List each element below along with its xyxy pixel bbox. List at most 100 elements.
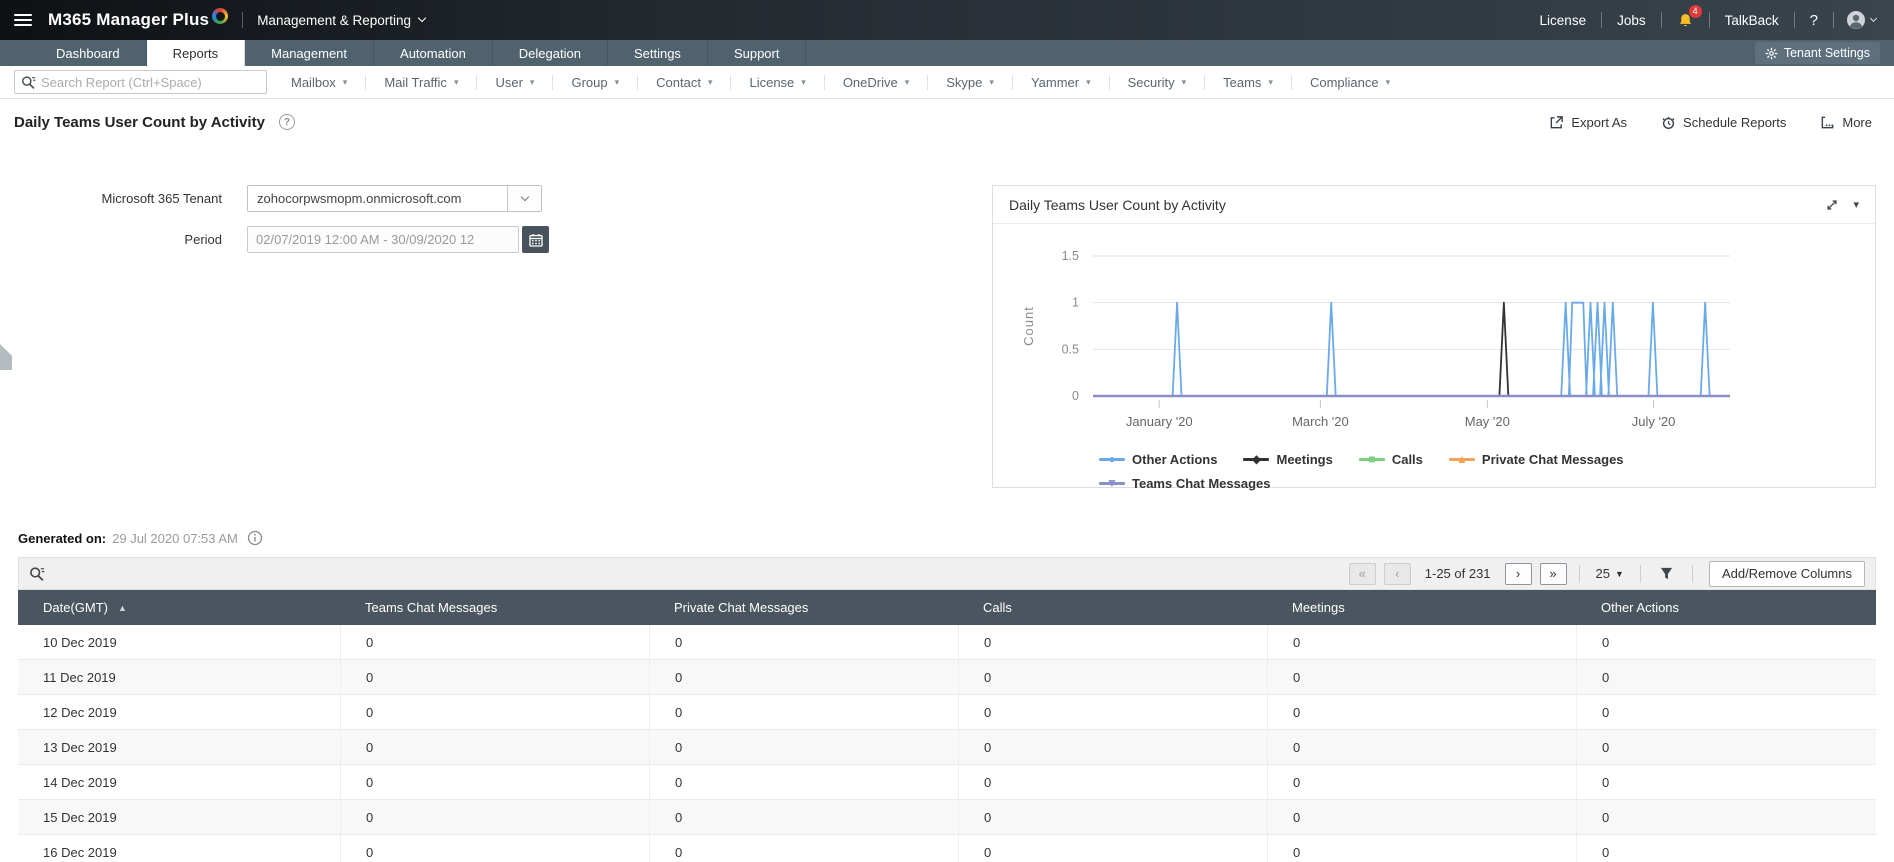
table-cell: 0: [1267, 730, 1576, 764]
menu-compliance[interactable]: Compliance▾: [1292, 75, 1408, 90]
menu-security[interactable]: Security ▾: [1110, 75, 1205, 90]
period-input[interactable]: 02/07/2019 12:00 AM - 30/09/2020 12: [247, 226, 519, 253]
menu-onedrive[interactable]: OneDrive▾: [825, 75, 927, 90]
column-header-date-gmt-[interactable]: Date(GMT) ▲: [18, 590, 340, 625]
sort-asc-icon: ▲: [118, 603, 127, 613]
menu-yammer[interactable]: Yammer▾: [1013, 75, 1109, 90]
column-header-calls[interactable]: Calls: [958, 590, 1267, 625]
table-cell: 0: [1576, 800, 1876, 834]
notifications-button[interactable]: 4: [1664, 12, 1707, 29]
table-row[interactable]: 16 Dec 201900000: [18, 835, 1876, 862]
report-content: Microsoft 365 Tenant zohocorpwsmopm.onmi…: [0, 145, 1894, 525]
teams-chat-messages-marker-icon: ▼: [1099, 473, 1125, 493]
table-cell: 14 Dec 2019: [18, 765, 340, 799]
menu-label: OneDrive: [843, 75, 898, 90]
table-cell: 0: [1267, 835, 1576, 862]
menu-contact[interactable]: Contact▾: [638, 75, 730, 90]
menu-skype[interactable]: Skype▾: [928, 75, 1012, 90]
y-tick-label: 1: [1072, 296, 1079, 310]
private-chat-messages-marker-icon: ▲: [1449, 449, 1475, 469]
menu-mailbox[interactable]: Mailbox ▾: [273, 75, 365, 90]
chevron-down-icon: ▾: [1182, 77, 1187, 88]
menu-teams[interactable]: Teams▾: [1205, 75, 1291, 90]
report-search[interactable]: [14, 70, 267, 94]
table-row[interactable]: 14 Dec 201900000: [18, 765, 1876, 800]
meetings-marker-icon: ◆: [1243, 449, 1269, 469]
table-cell: 0: [1267, 800, 1576, 834]
menu-license[interactable]: License▾: [731, 75, 823, 90]
info-icon[interactable]: [247, 530, 263, 546]
table-cell: 0: [340, 625, 649, 659]
schedule-icon: [1661, 115, 1676, 130]
tenant-settings-button[interactable]: Tenant Settings: [1755, 42, 1880, 64]
column-label: Date(GMT): [43, 600, 108, 615]
table-search-button[interactable]: [29, 566, 45, 582]
tab-reports[interactable]: Reports: [147, 40, 246, 66]
tab-delegation[interactable]: Delegation: [493, 40, 608, 66]
help-button[interactable]: ?: [1797, 12, 1831, 29]
menu-mail-traffic[interactable]: Mail Traffic▾: [366, 75, 476, 90]
menu-label: Compliance: [1310, 75, 1379, 90]
report-help-icon[interactable]: ?: [279, 114, 295, 130]
jobs-link[interactable]: Jobs: [1604, 13, 1659, 28]
schedule-reports-button[interactable]: Schedule Reports: [1661, 115, 1786, 130]
table-cell: 0: [958, 765, 1267, 799]
chevron-down-icon: ▾: [343, 77, 348, 88]
chart-title: Daily Teams User Count by Activity: [1009, 197, 1226, 213]
menu-icon[interactable]: [14, 14, 32, 26]
table-cell: 0: [1576, 730, 1876, 764]
legend-item-other-actions[interactable]: ●Other Actions: [1099, 449, 1217, 469]
funnel-icon: [1659, 566, 1674, 581]
chart-menu-caret[interactable]: ▾: [1853, 198, 1859, 211]
column-header-meetings[interactable]: Meetings: [1267, 590, 1576, 625]
export-as-button[interactable]: Export As: [1549, 115, 1627, 130]
tab-settings[interactable]: Settings: [608, 40, 708, 66]
filter-button[interactable]: [1653, 566, 1680, 581]
column-header-other-actions[interactable]: Other Actions: [1576, 590, 1876, 625]
table-cell: 0: [958, 660, 1267, 694]
search-input[interactable]: [41, 75, 260, 90]
table-row[interactable]: 15 Dec 201900000: [18, 800, 1876, 835]
pagination-next-button[interactable]: ›: [1505, 563, 1532, 585]
page-size-select[interactable]: 25 ▼: [1592, 566, 1628, 581]
tab-management[interactable]: Management: [245, 40, 374, 66]
generated-row: Generated on: 29 Jul 2020 07:53 AM: [0, 525, 1894, 551]
talkback-link[interactable]: TalkBack: [1712, 13, 1792, 28]
column-header-private-chat-messages[interactable]: Private Chat Messages: [649, 590, 958, 625]
menu-label: Mailbox: [291, 75, 336, 90]
table-cell: 0: [958, 730, 1267, 764]
menu-user[interactable]: User▾: [477, 75, 552, 90]
table-row[interactable]: 11 Dec 201900000: [18, 660, 1876, 695]
user-menu[interactable]: [1836, 10, 1880, 30]
menu-label: Security: [1128, 75, 1175, 90]
legend-item-private-chat-messages[interactable]: ▲Private Chat Messages: [1449, 449, 1624, 469]
table-row[interactable]: 12 Dec 201900000: [18, 695, 1876, 730]
context-switcher[interactable]: Management & Reporting: [257, 13, 425, 28]
calls-marker-icon: ■: [1359, 449, 1385, 469]
legend-item-calls[interactable]: ■Calls: [1359, 449, 1423, 469]
column-header-teams-chat-messages[interactable]: Teams Chat Messages: [340, 590, 649, 625]
table-row[interactable]: 13 Dec 201900000: [18, 730, 1876, 765]
legend-item-meetings[interactable]: ◆Meetings: [1243, 449, 1332, 469]
license-link[interactable]: License: [1527, 13, 1600, 28]
add-remove-columns-button[interactable]: Add/Remove Columns: [1709, 561, 1865, 587]
tab-support[interactable]: Support: [708, 40, 807, 66]
report-category-menus: Mailbox ▾ Mail Traffic▾User▾Group▾Contact▾…: [273, 75, 1408, 90]
table-cell: 0: [340, 730, 649, 764]
menu-group[interactable]: Group▾: [553, 75, 637, 90]
table-cell: 0: [1267, 660, 1576, 694]
action-label: Schedule Reports: [1683, 115, 1786, 130]
table-row[interactable]: 10 Dec 201900000: [18, 625, 1876, 660]
calendar-button[interactable]: [522, 226, 549, 253]
legend-item-teams-chat-messages[interactable]: ▼Teams Chat Messages: [1099, 473, 1271, 493]
more-button[interactable]: More: [1820, 115, 1872, 130]
tenant-select[interactable]: zohocorpwsmopm.onmicrosoft.com: [247, 185, 542, 212]
pagination-last-button[interactable]: »: [1540, 563, 1567, 585]
y-tick-label: 0.5: [1062, 342, 1079, 356]
report-actions: Export As Schedule Reports More: [1549, 115, 1872, 130]
tab-dashboard[interactable]: Dashboard: [30, 40, 147, 66]
expand-icon[interactable]: [1825, 198, 1839, 212]
tab-automation[interactable]: Automation: [374, 40, 493, 66]
table-cell: 11 Dec 2019: [18, 660, 340, 694]
more-icon: [1820, 115, 1835, 130]
